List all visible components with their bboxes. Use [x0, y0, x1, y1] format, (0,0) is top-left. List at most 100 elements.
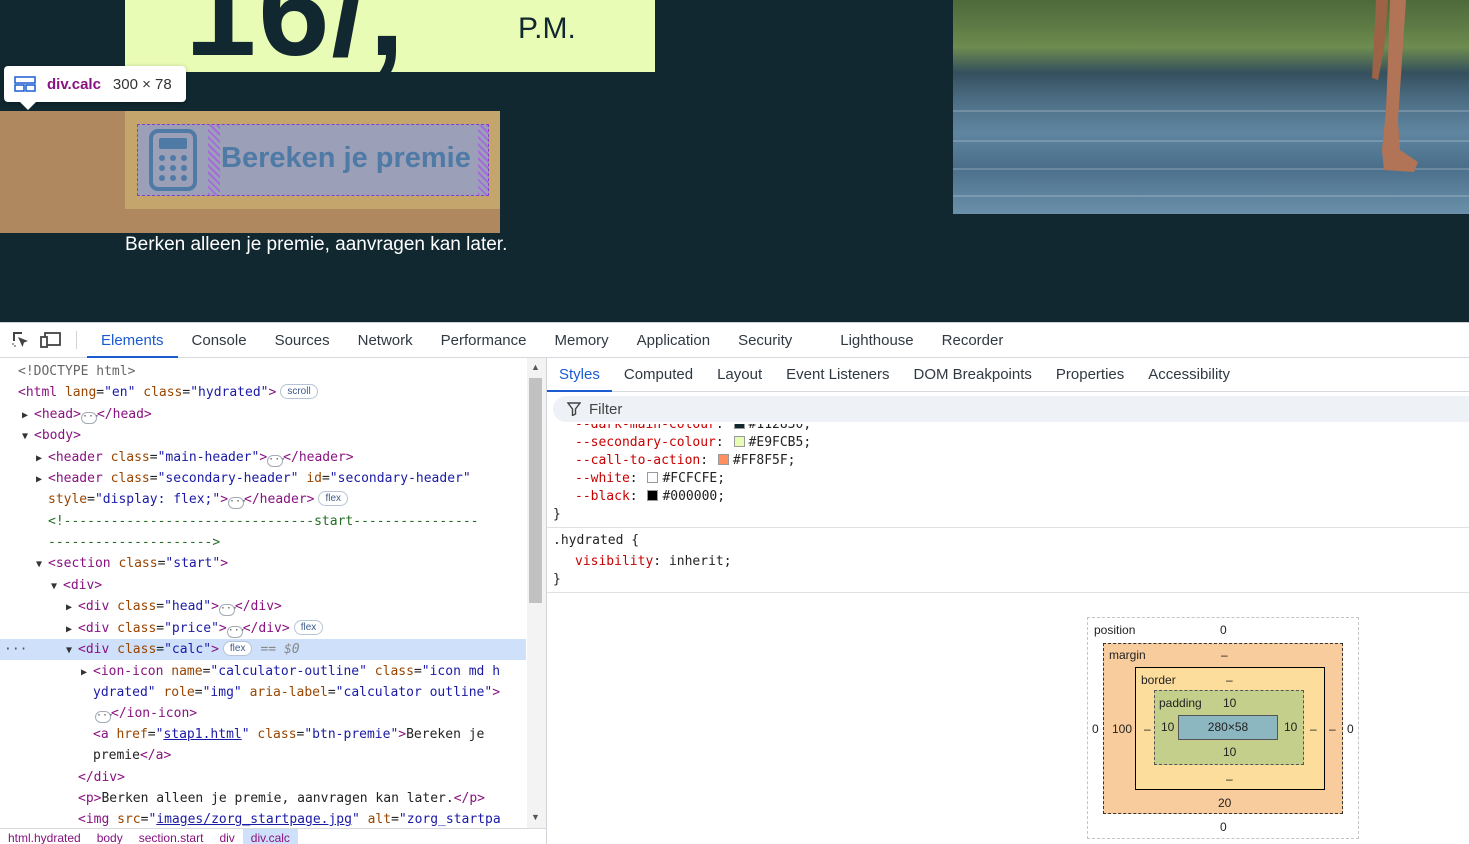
styles-filter-input[interactable]: Filter [553, 396, 1469, 422]
price-suffix: P.M. [518, 12, 576, 45]
href-link[interactable]: stap1.html [163, 727, 241, 742]
box-model-margin[interactable]: margin – 20 100 – border – – – – padding… [1103, 643, 1343, 814]
breadcrumb-item[interactable]: section.start [131, 829, 212, 844]
breadcrumb-item[interactable]: div [211, 829, 242, 844]
dom-line[interactable]: <a href="stap1.html" class="btn-premie">… [0, 724, 526, 745]
tab-accessibility[interactable]: Accessibility [1136, 358, 1242, 391]
css-declaration[interactable]: --call-to-action: #FF8F5F; [553, 452, 796, 470]
dom-line[interactable]: <img src="images/zorg_startpage.jpg" alt… [0, 809, 526, 828]
calculator-icon[interactable] [147, 128, 199, 192]
filter-placeholder: Filter [589, 400, 623, 418]
dom-line[interactable]: <p>Berken alleen je premie, aanvragen ka… [0, 788, 526, 809]
css-selector[interactable]: .hydrated { [553, 532, 639, 550]
breadcrumb-item[interactable]: html.hydrated [0, 829, 89, 844]
dom-line[interactable]: <html lang="en" class="hydrated"> scroll [0, 382, 526, 403]
dom-line[interactable]: <!--------------------------------start-… [0, 511, 526, 532]
dom-line[interactable]: ▶ <div class="head">···</div> [0, 596, 526, 617]
box-model-content[interactable]: 280×58 [1178, 715, 1278, 740]
inspect-element-icon[interactable] [6, 323, 36, 357]
css-rules: --dark-main-colour: #112830; --secondary… [547, 424, 1469, 594]
tab-network[interactable]: Network [344, 323, 427, 357]
collapse-triangle-icon[interactable]: ▼ [51, 576, 63, 597]
ellipsis-icon[interactable]: ··· [218, 604, 238, 616]
collapse-triangle-icon[interactable]: ▼ [66, 640, 78, 661]
more-options-icon[interactable]: ··· [4, 639, 66, 660]
elements-scrollbar[interactable]: ▲ ▼ [527, 358, 546, 828]
img-src-link[interactable]: images/zorg_startpage.jpg [156, 812, 352, 827]
dom-line[interactable]: <!DOCTYPE html> [0, 361, 526, 382]
box-model-border[interactable]: border – – – – padding 10 10 10 10 280×5… [1135, 667, 1325, 790]
color-swatch[interactable] [717, 454, 729, 465]
flex-gap-highlight [478, 125, 488, 195]
dom-line[interactable]: style="display: flex;">···</header> flex [0, 489, 526, 510]
css-declaration[interactable]: visibility: inherit; [553, 553, 732, 571]
tab-computed[interactable]: Computed [612, 358, 705, 391]
color-swatch[interactable] [647, 472, 659, 483]
dom-line[interactable]: ▼ <section class="start"> [0, 553, 526, 574]
tab-recorder[interactable]: Recorder [928, 323, 1018, 357]
styles-subtabs: Styles Computed Layout Event Listeners D… [547, 358, 1469, 392]
scroll-badge[interactable]: scroll [280, 384, 318, 399]
tab-properties[interactable]: Properties [1044, 358, 1136, 391]
dom-line[interactable]: premie</a> [0, 745, 526, 766]
css-declaration[interactable]: --black: #000000; [553, 488, 725, 506]
breadcrumb-item-active[interactable]: div.calc [242, 829, 298, 844]
tab-dom-breakpoints[interactable]: DOM Breakpoints [902, 358, 1044, 391]
color-swatch[interactable] [647, 490, 659, 501]
ellipsis-icon[interactable]: ··· [228, 497, 247, 509]
dom-tree[interactable]: <!DOCTYPE html> <html lang="en" class="h… [0, 358, 526, 828]
css-declaration[interactable]: --secondary-colour: #E9FCB5; [553, 434, 811, 452]
tab-security[interactable]: Security [724, 323, 806, 357]
expand-triangle-icon[interactable]: ▶ [36, 469, 48, 490]
ellipsis-icon[interactable]: ··· [267, 455, 286, 467]
dom-line[interactable]: ydrated" role="img" aria-label="calculat… [0, 682, 526, 703]
jumper-legs-image [1372, 0, 1418, 172]
flex-container-icon [14, 76, 36, 92]
expand-triangle-icon[interactable]: ▶ [36, 448, 48, 469]
tab-event-listeners[interactable]: Event Listeners [774, 358, 901, 391]
dom-line[interactable]: ▶ <div class="price">···</div> flex [0, 618, 526, 639]
box-model-padding[interactable]: padding 10 10 10 10 280×58 [1154, 690, 1304, 765]
ellipsis-icon[interactable]: ··· [80, 412, 100, 424]
page-preview: 16/, P.M. Bereken je premie Berken allee… [0, 0, 1469, 322]
collapse-triangle-icon[interactable]: ▼ [22, 426, 34, 447]
flex-badge[interactable]: flex [318, 491, 349, 506]
color-swatch[interactable] [733, 436, 745, 447]
calc-premium-link[interactable]: Bereken je premie [221, 142, 471, 175]
tab-sources[interactable]: Sources [261, 323, 344, 357]
dom-line[interactable]: ▶ <head>···</head> [0, 404, 526, 425]
dom-line[interactable]: </div> [0, 767, 526, 788]
dom-line[interactable]: ▼ <div> [0, 575, 526, 596]
expand-triangle-icon[interactable]: ▶ [22, 405, 34, 426]
tab-console[interactable]: Console [178, 323, 261, 357]
dom-line[interactable]: ▶ <header class="secondary-header" id="se… [0, 468, 526, 489]
expand-triangle-icon[interactable]: ▶ [66, 619, 78, 640]
css-declaration[interactable]: --white: #FCFCFE; [553, 470, 725, 488]
collapse-triangle-icon[interactable]: ▼ [36, 554, 48, 575]
flex-badge[interactable]: flex [222, 641, 253, 656]
tab-application[interactable]: Application [623, 323, 724, 357]
expand-triangle-icon[interactable]: ▶ [66, 597, 78, 618]
dom-line[interactable]: ···</ion-icon> [0, 703, 526, 724]
flex-badge[interactable]: flex [293, 620, 324, 635]
tab-styles[interactable]: Styles [547, 358, 612, 392]
expand-triangle-icon[interactable]: ▶ [81, 662, 93, 683]
breadcrumb: html.hydrated body section.start div div.cal… [0, 828, 546, 844]
ellipsis-icon[interactable]: ··· [95, 711, 114, 723]
dom-line[interactable]: ▼ <body> [0, 425, 526, 446]
breadcrumb-item[interactable]: body [89, 829, 131, 844]
tab-lighthouse[interactable]: Lighthouse [826, 323, 927, 357]
css-declaration[interactable]: --dark-main-colour: #112830; [553, 424, 811, 434]
tab-memory[interactable]: Memory [541, 323, 623, 357]
dom-line[interactable]: ---------------------> [0, 532, 526, 553]
ellipsis-icon[interactable]: ··· [226, 626, 246, 638]
tab-elements[interactable]: Elements [87, 323, 178, 358]
dom-line-selected[interactable]: ··· ▼ <div class="calc"> flex == $0 [0, 639, 526, 660]
tab-performance[interactable]: Performance [427, 323, 541, 357]
tab-layout[interactable]: Layout [705, 358, 774, 391]
calc-subtext: Berken alleen je premie, aanvragen kan l… [125, 234, 508, 255]
dom-line[interactable]: ▶ <ion-icon name="calculator-outline" cla… [0, 661, 526, 682]
dom-line[interactable]: ▶ <header class="main-header">···</header… [0, 447, 526, 468]
device-toolbar-icon[interactable] [36, 323, 66, 357]
color-swatch[interactable] [733, 424, 745, 429]
